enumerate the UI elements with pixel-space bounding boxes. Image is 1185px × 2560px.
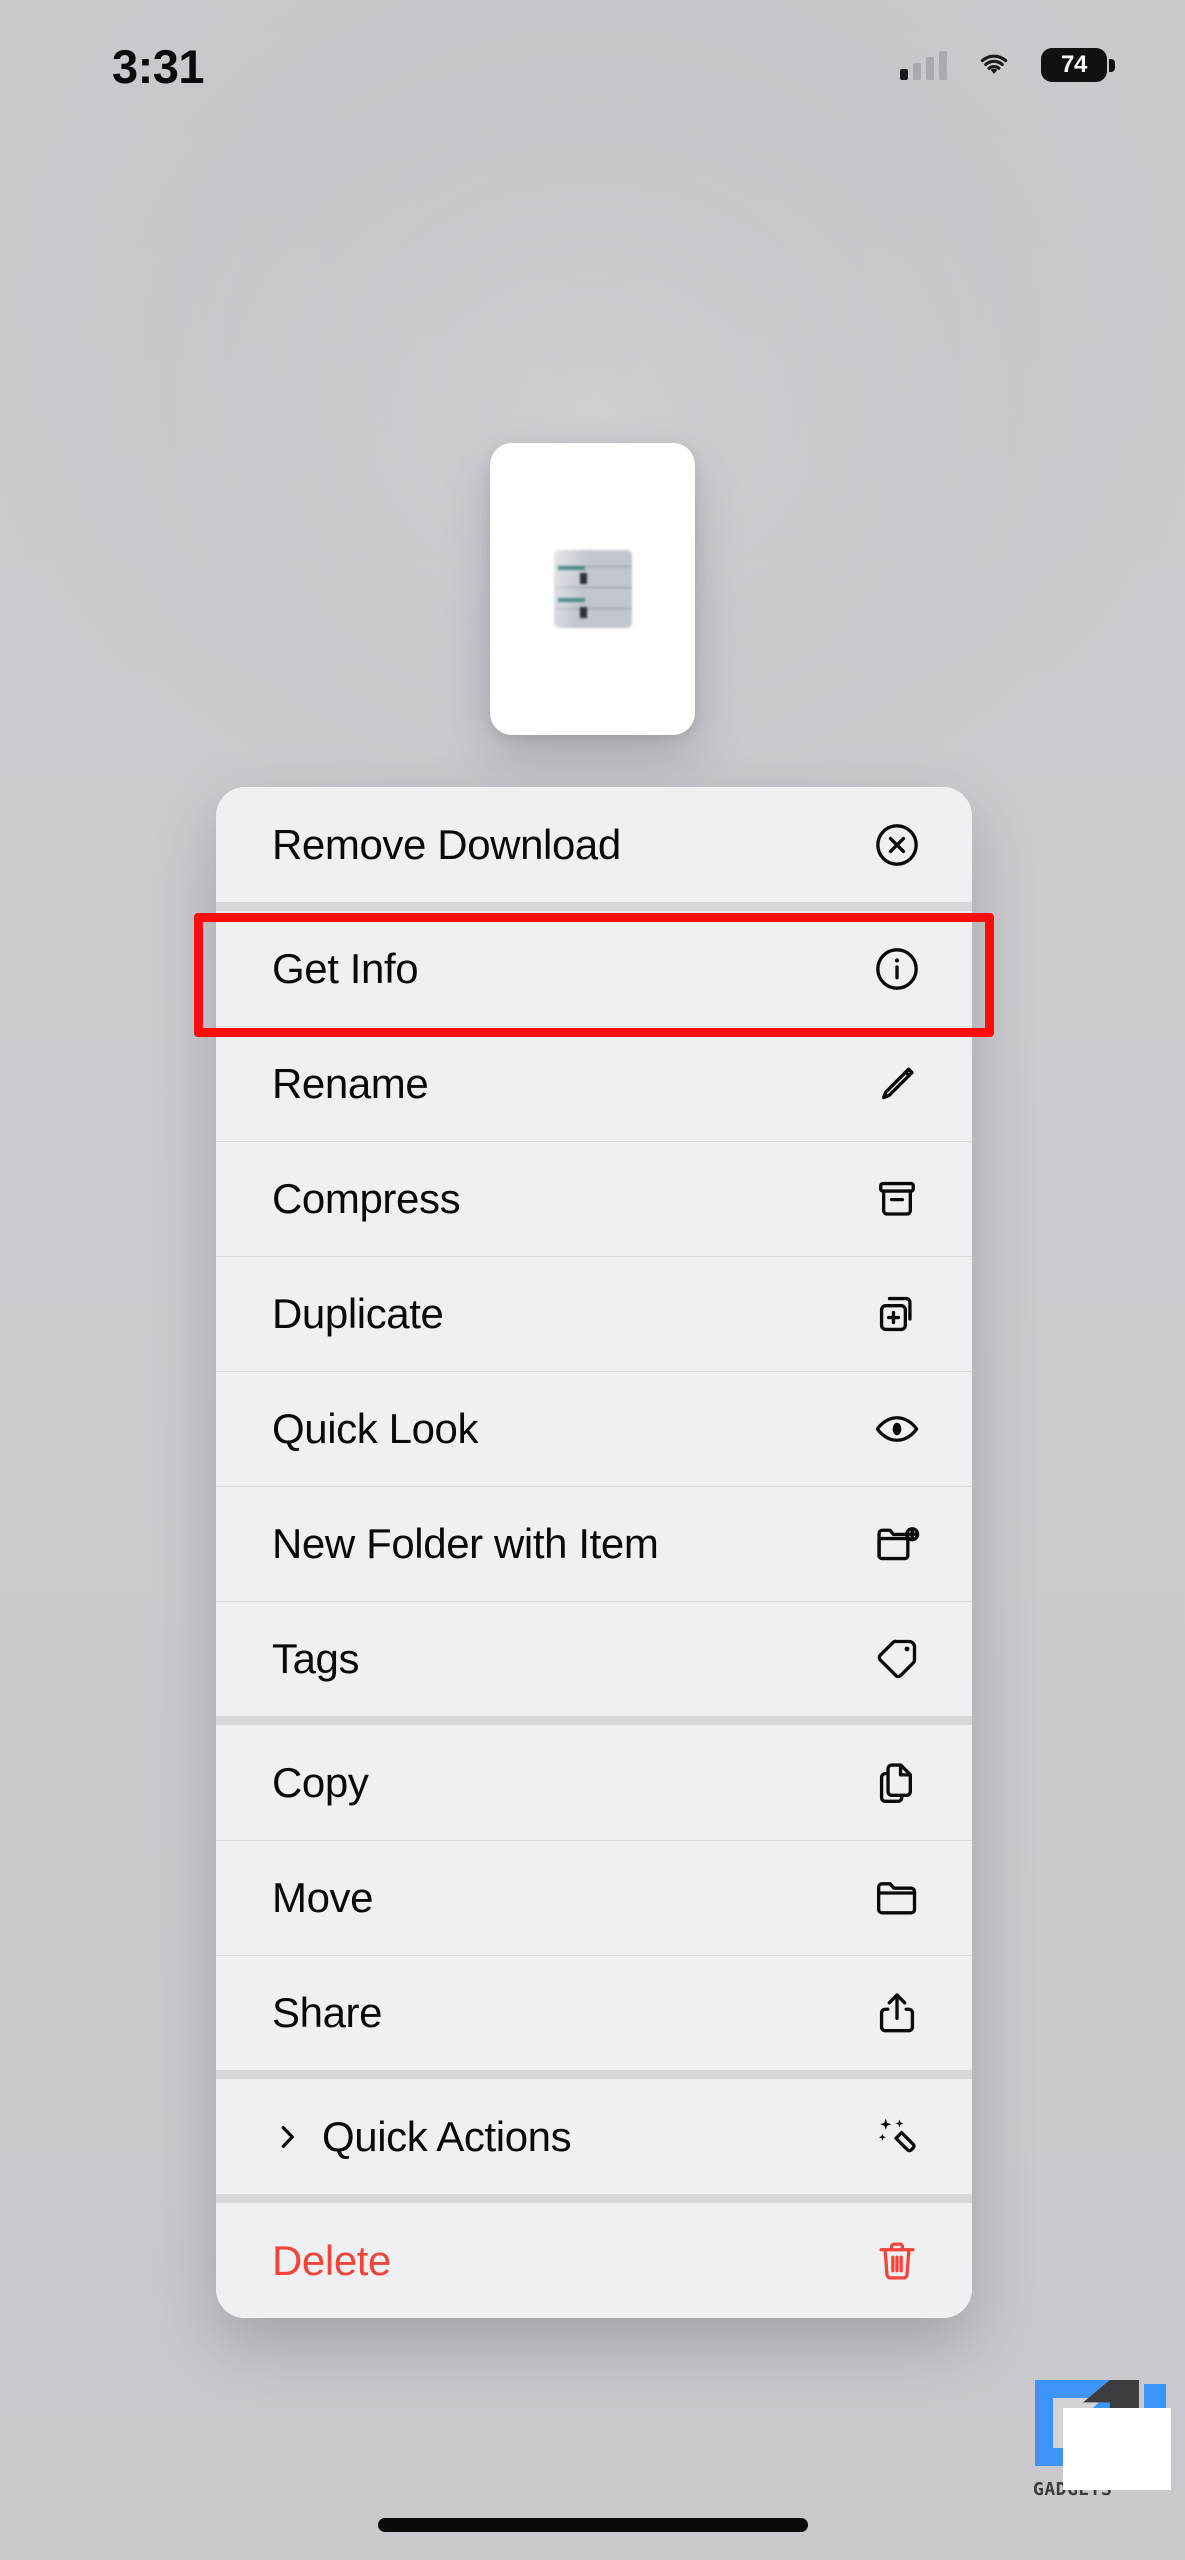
menu-item-label: Duplicate: [272, 1289, 444, 1337]
menu-item-label: Tags: [272, 1634, 360, 1682]
sparkle-wand-icon: [872, 2112, 922, 2162]
menu-item-content: Quick Look: [272, 1404, 479, 1453]
menu-item-content: Tags: [272, 1634, 360, 1683]
menu-item-content: Duplicate: [272, 1290, 444, 1338]
menu-group: Remove Download: [216, 787, 972, 902]
menu-item-label: Get Info: [272, 944, 419, 992]
folder-plus-icon: [872, 1519, 922, 1569]
menu-item-label: Move: [272, 1873, 374, 1921]
folder-icon: [872, 1873, 922, 1923]
archive-box-icon: [872, 1174, 922, 1224]
menu-item-delete[interactable]: Delete: [216, 2203, 972, 2318]
watermark-white-overlay: [1063, 2408, 1171, 2490]
menu-item-content: New Folder with Item: [272, 1519, 659, 1568]
menu-item-content: Copy: [272, 1758, 369, 1807]
gadgets-to-use-watermark: GADGETS: [1021, 2374, 1171, 2504]
menu-item-remove-download[interactable]: Remove Download: [216, 787, 972, 902]
chevron-right-icon: [272, 2118, 302, 2156]
menu-item-label: Remove Download: [272, 820, 621, 868]
menu-item-label: Quick Actions: [322, 2112, 572, 2160]
cellular-bars-icon: [900, 50, 947, 80]
menu-item-label: Rename: [272, 1059, 429, 1107]
menu-item-label: Share: [272, 1988, 383, 2036]
menu-item-content: Get Info: [272, 944, 419, 993]
copy-documents-icon: [872, 1758, 922, 1808]
menu-item-content: Share: [272, 1989, 382, 2037]
file-preview-thumbnail[interactable]: [490, 443, 695, 735]
battery-icon: 74: [1041, 48, 1115, 82]
pencil-icon: [872, 1059, 922, 1109]
menu-item-content: Delete: [272, 2237, 391, 2285]
status-bar: 3:31 74: [0, 0, 1185, 120]
duplicate-plus-icon: [872, 1289, 922, 1339]
trash-icon: [872, 2236, 922, 2286]
menu-group-separator: [216, 902, 972, 911]
menu-item-quick-look[interactable]: Quick Look: [216, 1371, 972, 1486]
menu-group: Delete: [216, 2203, 972, 2318]
menu-item-content: Quick Actions: [272, 2112, 572, 2161]
x-circle-icon: [872, 820, 922, 870]
menu-item-copy[interactable]: Copy: [216, 1725, 972, 1840]
tag-icon: [872, 1634, 922, 1684]
menu-group: Copy Move Share: [216, 1725, 972, 2070]
menu-group: Get Info Rename Compress Duplicate Quick Loo…: [216, 911, 972, 1716]
battery-level-label: 74: [1061, 51, 1087, 78]
context-menu[interactable]: Remove Download Get Info Rename Compress Dup…: [216, 787, 972, 2318]
status-bar-indicators: 74: [900, 48, 1115, 82]
status-bar-clock: 3:31: [112, 39, 205, 93]
menu-item-share[interactable]: Share: [216, 1955, 972, 2070]
menu-item-new-folder-with-item[interactable]: New Folder with Item: [216, 1486, 972, 1601]
menu-item-content: Rename: [272, 1059, 429, 1108]
menu-item-quick-actions[interactable]: Quick Actions: [216, 2079, 972, 2194]
menu-group-separator: [216, 2070, 972, 2079]
menu-item-move[interactable]: Move: [216, 1840, 972, 1955]
menu-item-label: Copy: [272, 1758, 369, 1806]
home-indicator[interactable]: [377, 2518, 808, 2532]
info-circle-icon: [872, 944, 922, 994]
menu-item-label: Quick Look: [272, 1404, 479, 1452]
menu-item-label: New Folder with Item: [272, 1519, 659, 1567]
blister-pack-photo: [553, 550, 632, 628]
phone-screen: 3:31 74 Remove Download Get Info Rename Com…: [0, 0, 1185, 2560]
wifi-icon: [980, 54, 1008, 74]
menu-item-compress[interactable]: Compress: [216, 1141, 972, 1256]
menu-group-separator: [216, 2194, 972, 2203]
menu-item-content: Move: [272, 1873, 374, 1922]
menu-item-label: Delete: [272, 2236, 392, 2284]
menu-item-content: Remove Download: [272, 821, 621, 869]
eye-icon: [872, 1404, 922, 1454]
menu-item-tags[interactable]: Tags: [216, 1601, 972, 1716]
share-icon: [872, 1988, 922, 2038]
menu-item-rename[interactable]: Rename: [216, 1026, 972, 1141]
menu-item-label: Compress: [272, 1174, 461, 1222]
menu-item-get-info[interactable]: Get Info: [216, 911, 972, 1026]
menu-item-duplicate[interactable]: Duplicate: [216, 1256, 972, 1371]
menu-group-separator: [216, 1716, 972, 1725]
menu-item-content: Compress: [272, 1174, 461, 1223]
menu-group: Quick Actions: [216, 2079, 972, 2194]
